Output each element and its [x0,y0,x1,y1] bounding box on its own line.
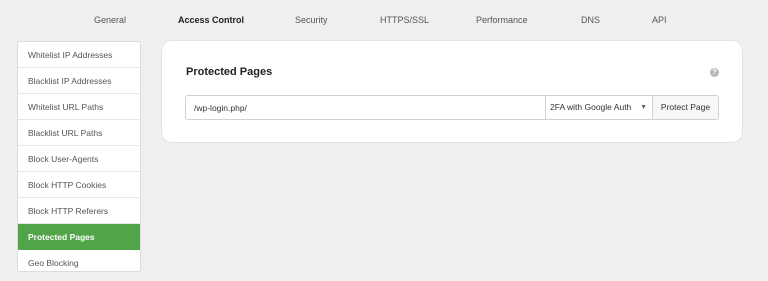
sidebar-item-blacklist-ip[interactable]: Blacklist IP Addresses [18,68,140,94]
sidebar-item-blacklist-url[interactable]: Blacklist URL Paths [18,120,140,146]
sidebar-item-whitelist-url[interactable]: Whitelist URL Paths [18,94,140,120]
sidebar-item-block-user-agents[interactable]: Block User-Agents [18,146,140,172]
question-circle-icon[interactable]: ? [710,68,719,77]
tab-performance[interactable]: Performance [476,15,528,25]
sidebar-item-whitelist-ip[interactable]: Whitelist IP Addresses [18,42,140,68]
tab-https-ssl[interactable]: HTTPS/SSL [380,15,429,25]
tab-dns[interactable]: DNS [581,15,600,25]
chevron-down-icon: ▼ [640,104,647,111]
card-title: Protected Pages [186,66,273,78]
sidebar-item-block-http-cookies[interactable]: Block HTTP Cookies [18,172,140,198]
tab-access-control[interactable]: Access Control [178,15,244,25]
tab-security[interactable]: Security [295,15,328,25]
protect-page-button[interactable]: Protect Page [652,96,718,119]
auth-method-selected: 2FA with Google Auth [550,102,632,112]
tab-api[interactable]: API [652,15,667,25]
sidebar-menu: Whitelist IP Addresses Blacklist IP Addr… [17,41,141,272]
auth-method-select[interactable]: 2FA with Google Auth ▼ [545,96,652,119]
protect-page-form: 2FA with Google Auth ▼ Protect Page [185,95,719,120]
sidebar-item-protected-pages[interactable]: Protected Pages [18,224,140,250]
sidebar-item-block-http-referers[interactable]: Block HTTP Referers [18,198,140,224]
path-input[interactable] [186,96,545,119]
protected-pages-card: Protected Pages ? 2FA with Google Auth ▼… [162,41,742,142]
sidebar-item-geo-blocking[interactable]: Geo Blocking [18,250,140,271]
top-navigation: General Access Control Security HTTPS/SS… [0,0,768,42]
tab-general[interactable]: General [94,15,126,25]
